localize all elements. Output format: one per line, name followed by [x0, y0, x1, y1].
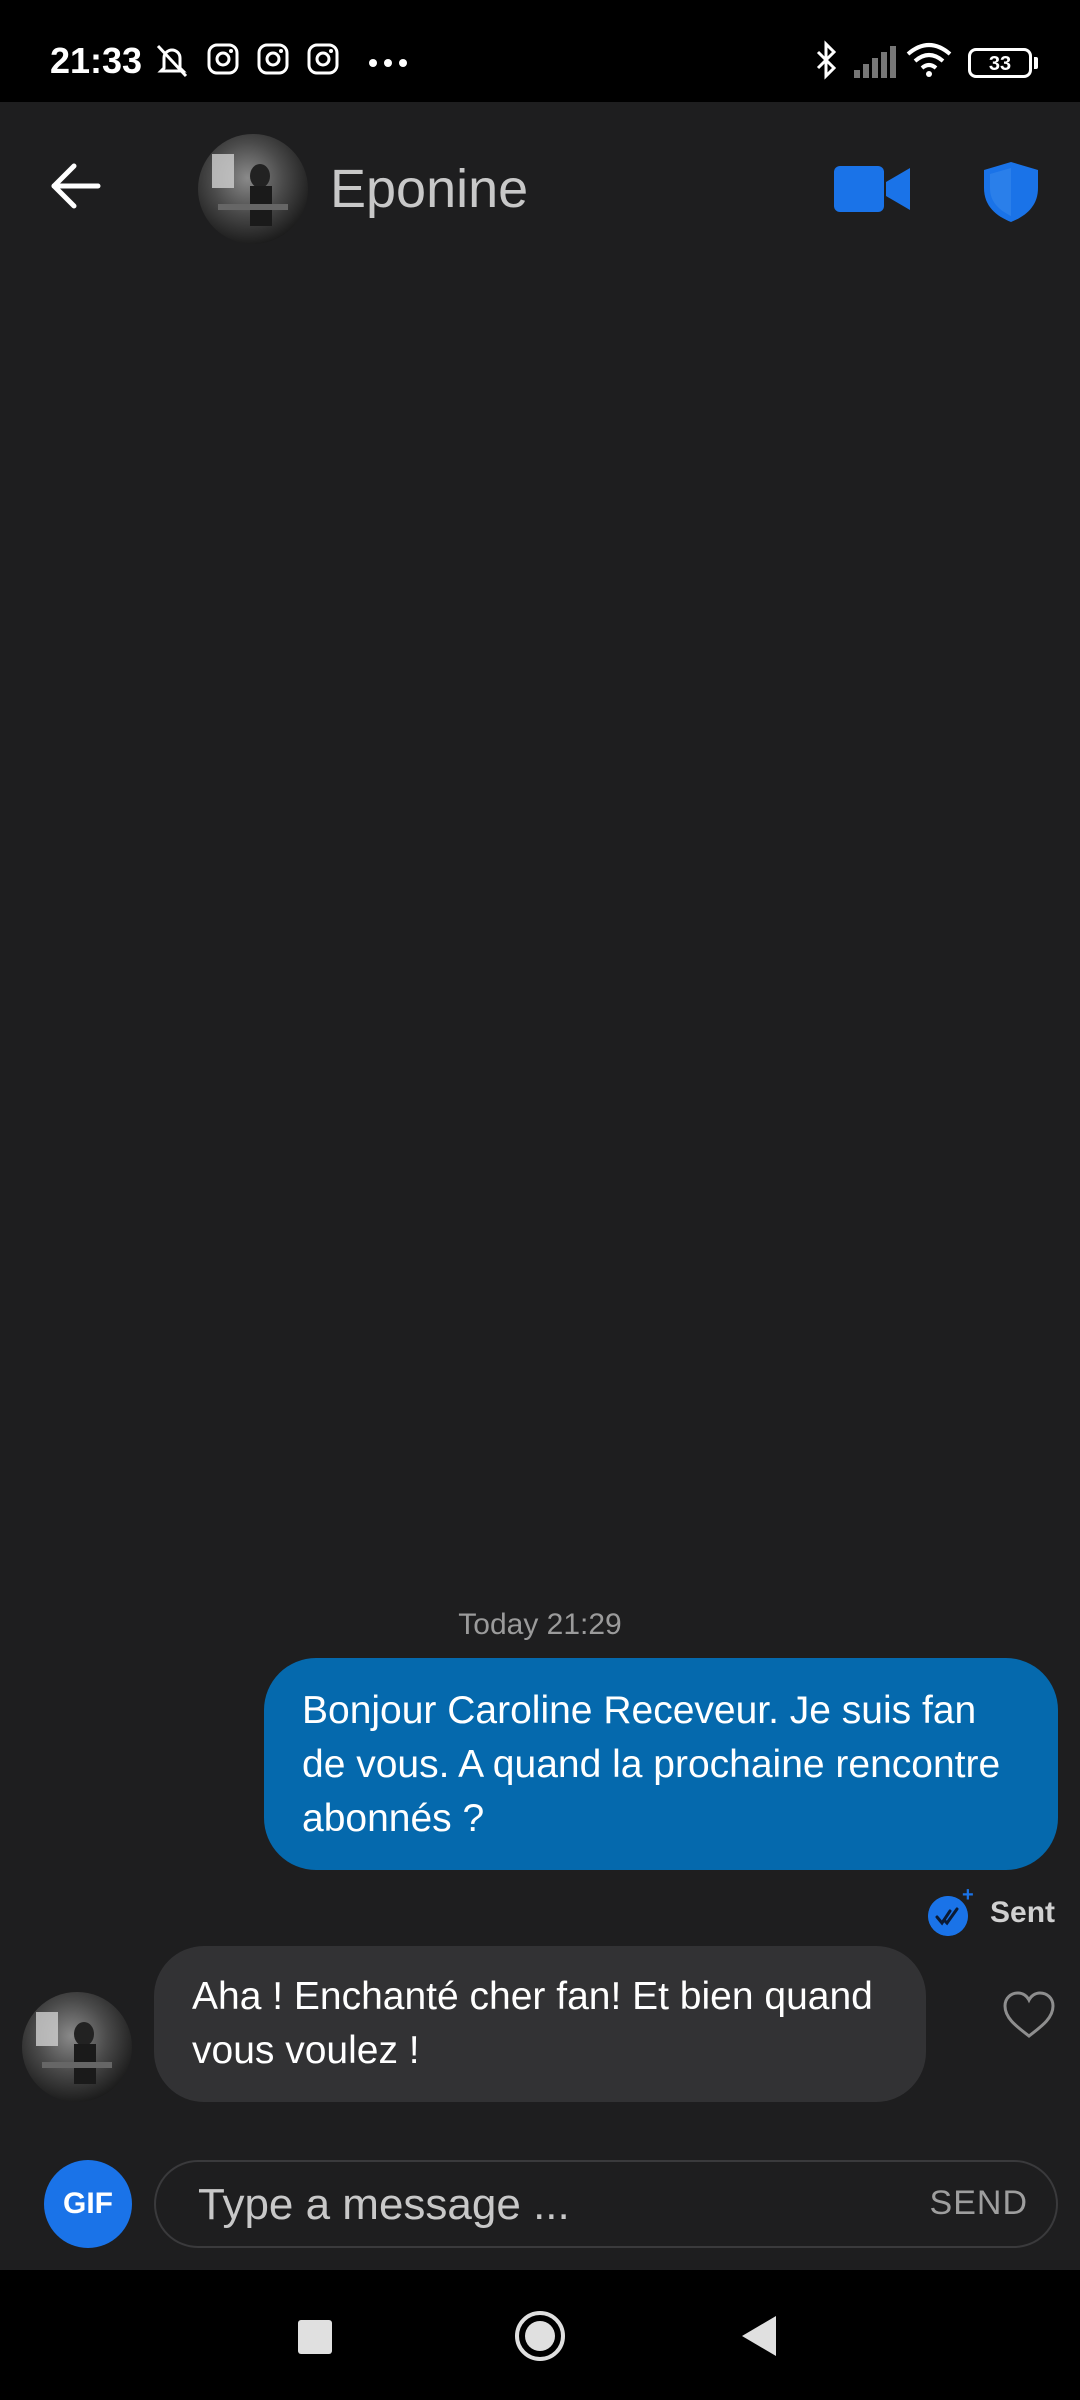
system-nav-bar [0, 2270, 1080, 2400]
instagram-icon [207, 43, 239, 75]
instagram-icon [257, 43, 289, 75]
sent-status-label: Sent [990, 1896, 1056, 1929]
avatar-photo [36, 2012, 112, 2084]
status-time: 21:33 [50, 40, 143, 81]
send-button[interactable]: SEND [930, 2184, 1028, 2223]
battery-icon: 33 [968, 48, 1032, 78]
message-input[interactable] [196, 2162, 820, 2248]
incoming-message-text: Aha ! Enchanté cher fan! Et bien quand v… [192, 1975, 873, 2072]
home-circle-icon[interactable] [514, 2310, 566, 2362]
more-dots-icon [369, 59, 407, 67]
avatar-photo [212, 154, 288, 226]
contact-name[interactable]: Eponine [330, 158, 528, 220]
signal-icon [854, 46, 896, 78]
chat-header: Eponine [0, 102, 1080, 278]
battery-nub [1034, 57, 1038, 69]
bluetooth-icon [816, 40, 837, 80]
battery-level: 33 [988, 53, 1012, 75]
outgoing-message-text: Bonjour Caroline Receveur. Je suis fan d… [302, 1689, 1001, 1840]
message-input-field[interactable]: SEND [154, 2160, 1058, 2248]
wifi-icon [906, 43, 952, 77]
status-bar: 21:33 33 [0, 0, 1080, 102]
shield-icon[interactable] [982, 160, 1040, 224]
back-triangle-icon[interactable] [740, 2314, 780, 2358]
sender-avatar[interactable] [22, 1992, 132, 2102]
video-camera-icon[interactable] [834, 164, 910, 214]
message-composer: GIF SEND [0, 2156, 1080, 2270]
instagram-icon [307, 43, 339, 75]
incoming-message-bubble[interactable]: Aha ! Enchanté cher fan! Et bien quand v… [154, 1946, 926, 2102]
gif-button[interactable]: GIF [44, 2160, 132, 2248]
contact-avatar[interactable] [198, 134, 308, 244]
recents-square-icon[interactable] [298, 2320, 332, 2354]
muted-bell-icon [156, 44, 188, 78]
outgoing-message-bubble[interactable]: Bonjour Caroline Receveur. Je suis fan d… [264, 1658, 1058, 1870]
arrow-left-icon[interactable] [44, 154, 108, 218]
heart-icon[interactable] [1002, 1990, 1056, 2040]
plus-icon: + [962, 1884, 974, 1906]
conversation-timestamp: Today 21:29 [458, 1608, 622, 1641]
